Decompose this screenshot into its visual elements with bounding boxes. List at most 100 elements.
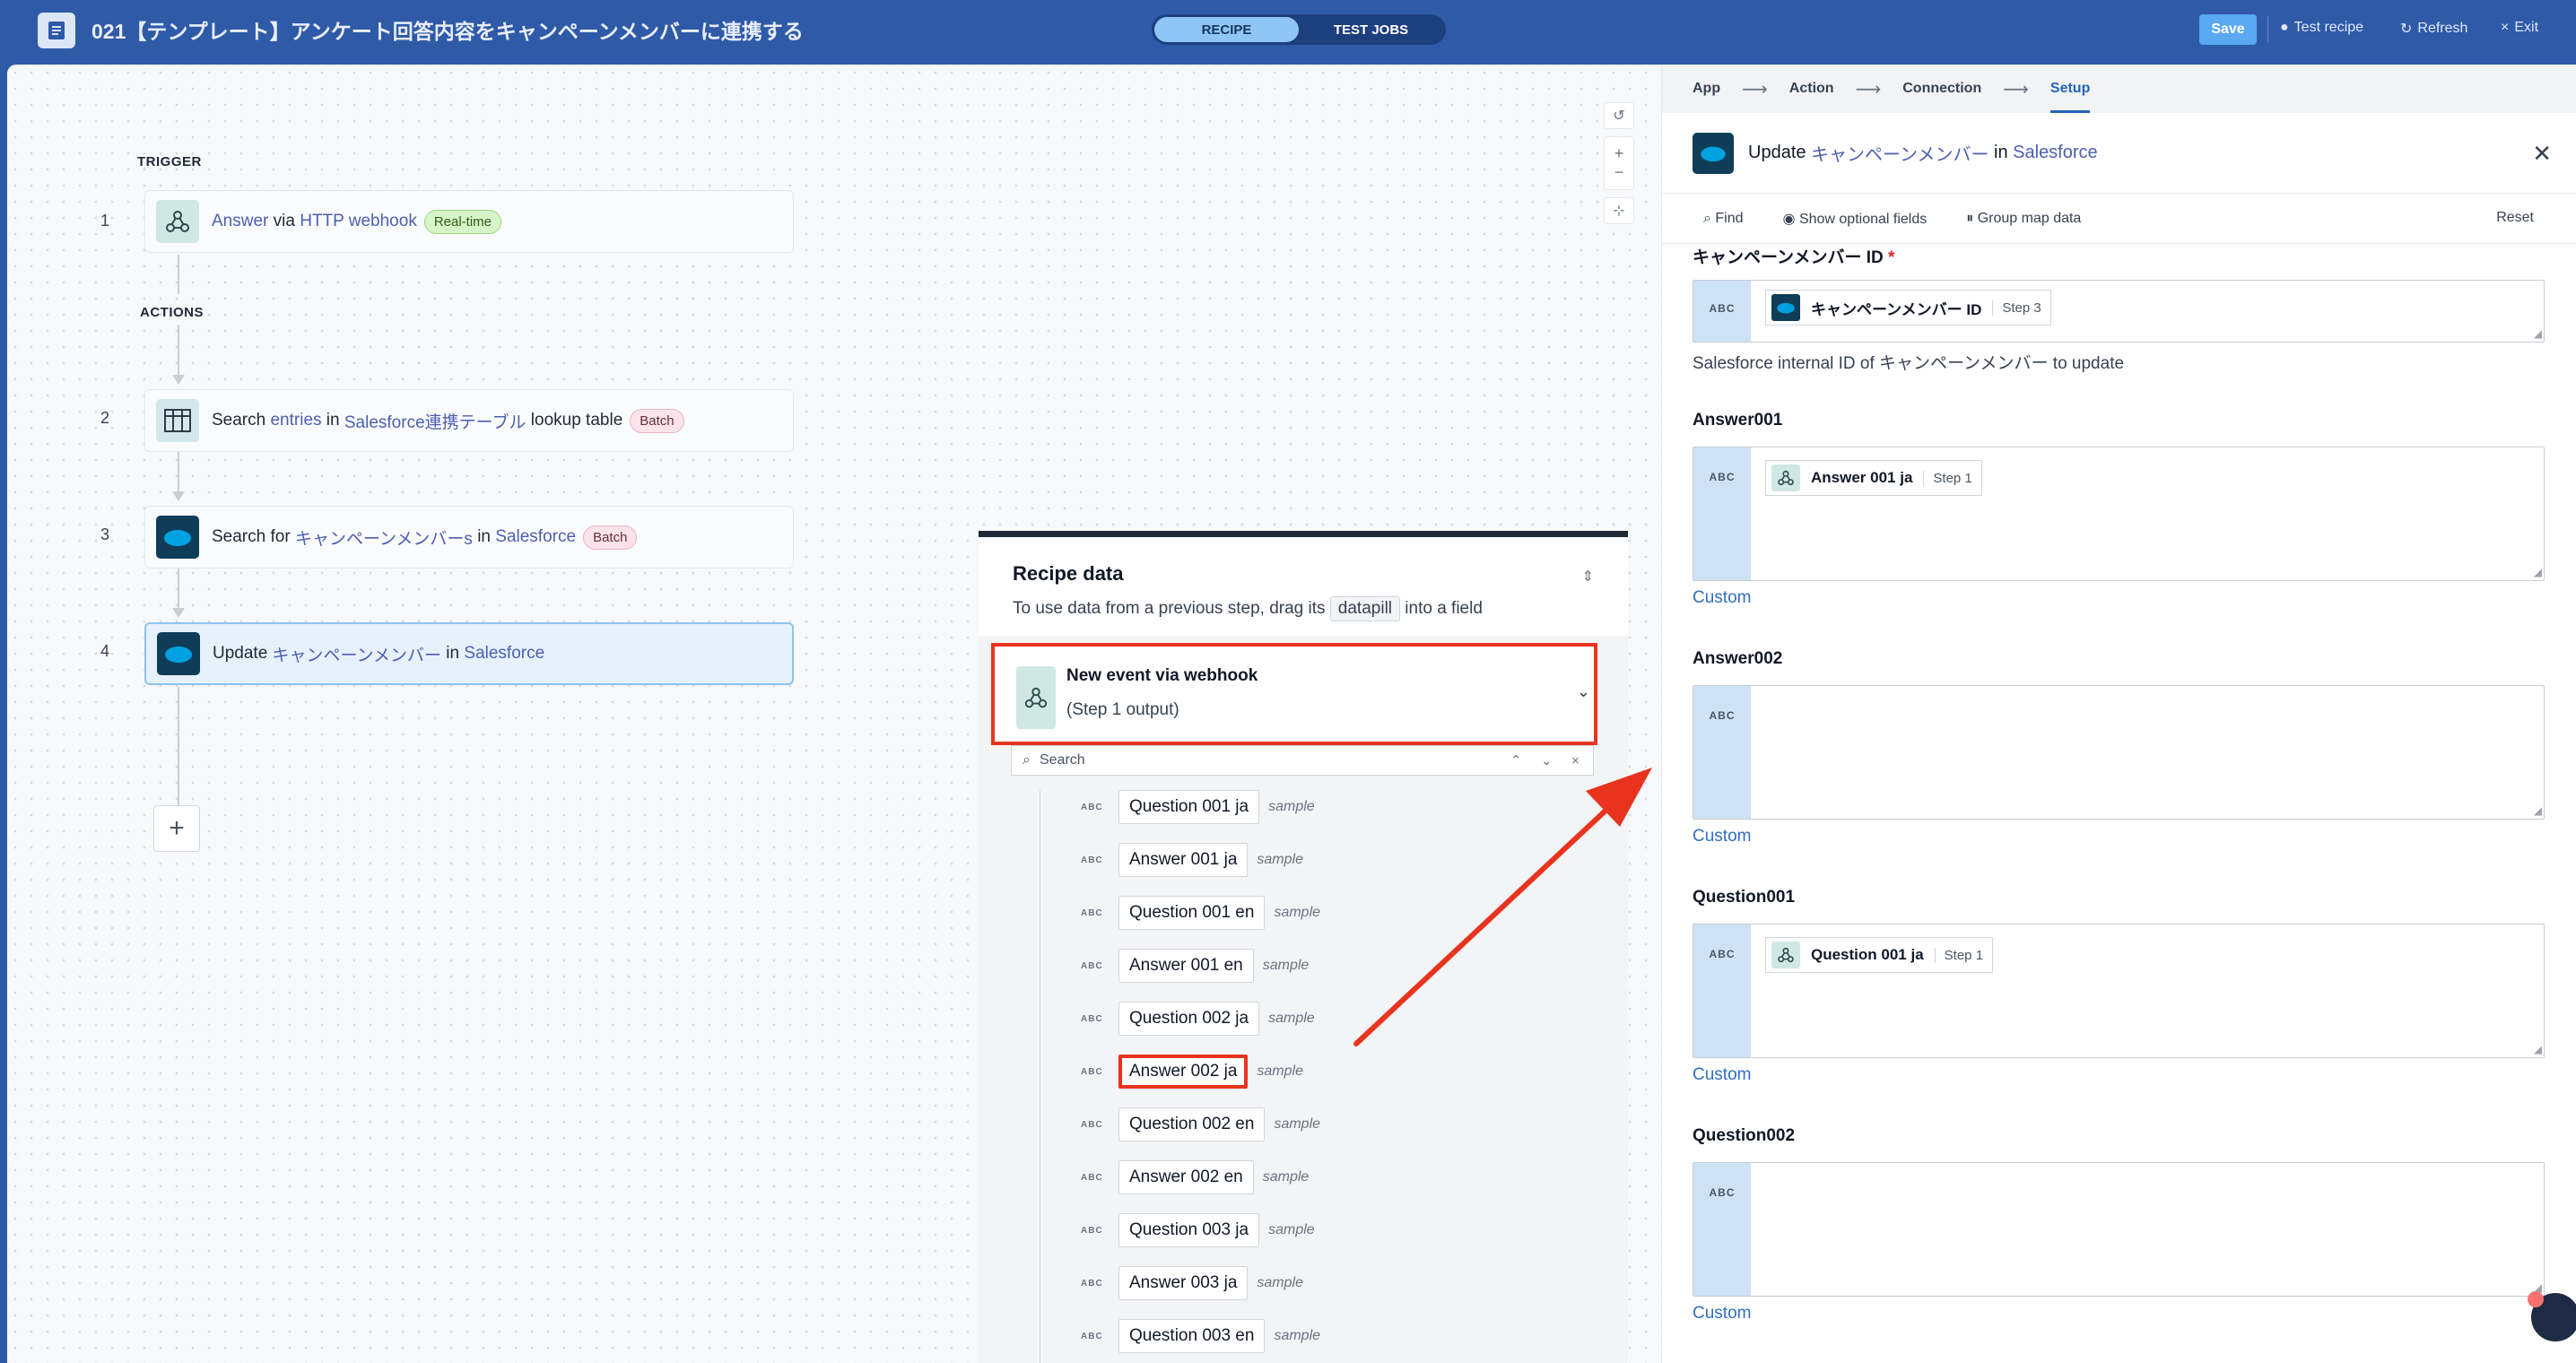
show-optional-fields-button[interactable]: ◉ Show optional fields — [1783, 210, 1947, 228]
sample-label: sample — [1257, 1275, 1303, 1290]
datapill[interactable]: Question 003 en — [1118, 1319, 1266, 1353]
search-input[interactable]: Search — [1040, 752, 1085, 768]
zoom-out-icon[interactable]: − — [1614, 163, 1624, 182]
datapill[interactable]: Question 002 en — [1118, 1107, 1266, 1142]
reset-button[interactable]: Reset — [2496, 210, 2534, 226]
wizard-connection[interactable]: Connection — [1902, 81, 1981, 97]
field-type-abc: ABC — [1081, 1172, 1103, 1183]
step-4-app[interactable]: Salesforce — [464, 644, 544, 664]
header-object[interactable]: キャンペーンメンバー — [1811, 140, 1989, 166]
resize-handle-icon[interactable]: ◢ — [2534, 804, 2542, 817]
datapill[interactable]: Answer 002 ja — [1118, 1055, 1249, 1089]
field-label-answer001: Answer001 — [1693, 411, 1783, 430]
field-label-member-id: キャンペーンメンバー ID * — [1693, 244, 1894, 268]
label-text: キャンペーンメンバー ID — [1693, 248, 1884, 267]
datapill[interactable]: Answer 003 ja — [1118, 1266, 1249, 1300]
fit-view-icon[interactable]: ⊹ — [1604, 197, 1634, 224]
group-label: Group map data — [1977, 210, 2082, 226]
custom-link[interactable]: Custom — [1693, 827, 1751, 846]
mapped-datapill[interactable]: Question 001 ja Step 1 — [1765, 937, 1994, 973]
chevron-down-icon[interactable]: ⌄ — [1541, 752, 1553, 768]
resize-handle-icon[interactable]: ◢ — [2534, 566, 2542, 578]
member-id-field[interactable]: ABC キャンペーンメンバー ID Step 3 ◢ — [1693, 280, 2545, 343]
resize-handle-icon[interactable]: ◢ — [2534, 327, 2542, 340]
refresh-button[interactable]: ↻ Refresh — [2400, 20, 2467, 38]
datapill[interactable]: Answer 001 ja — [1118, 843, 1249, 877]
step-1-trigger[interactable]: Answer via HTTP webhook Real-time — [144, 190, 794, 253]
wizard-app[interactable]: App — [1693, 81, 1720, 97]
datapill-row: ABC Question 003 en sample — [1081, 1319, 1320, 1353]
sample-label: sample — [1274, 905, 1321, 920]
collapse-icon[interactable]: ⇕ — [1582, 568, 1594, 586]
custom-link[interactable]: Custom — [1693, 1304, 1751, 1324]
pill-step: Step 1 — [1923, 470, 1972, 486]
custom-link[interactable]: Custom — [1693, 1065, 1751, 1085]
datapill-search[interactable]: ⌕ Search ⌃ ⌄ × — [1011, 745, 1594, 776]
answer002-field[interactable]: ABC ◢ — [1693, 685, 2545, 820]
answer001-field[interactable]: ABC Answer 001 ja Step 1 ◢ — [1693, 447, 2545, 581]
datapill[interactable]: Question 003 ja — [1118, 1213, 1260, 1247]
refresh-label: Refresh — [2417, 21, 2468, 36]
field-label-question001: Question001 — [1693, 888, 1796, 907]
field-hint: Salesforce internal ID of キャンペーンメンバー to … — [1693, 354, 2125, 373]
datapill[interactable]: Answer 001 en — [1118, 949, 1254, 983]
reset-view-icon[interactable]: ↺ — [1604, 102, 1634, 129]
subtitle-text: To use data from a previous step, drag i… — [1013, 599, 1326, 618]
find-button[interactable]: ⌕ Find — [1703, 211, 1763, 227]
webhook-icon — [1016, 666, 1056, 729]
wizard-action[interactable]: Action — [1789, 81, 1834, 97]
question001-field[interactable]: ABC Question 001 ja Step 1 ◢ — [1693, 924, 2545, 1058]
step-4-action[interactable]: Update キャンペーンメンバー in Salesforce — [144, 622, 794, 685]
exit-button[interactable]: × Exit — [2501, 20, 2538, 36]
connector — [178, 255, 179, 294]
save-button[interactable]: Save — [2199, 14, 2257, 45]
step-4-object[interactable]: キャンペーンメンバー — [273, 642, 441, 666]
zoom-in-icon[interactable]: + — [1614, 144, 1624, 163]
actions-label: ACTIONS — [140, 305, 204, 320]
wizard-setup[interactable]: Setup — [2049, 81, 2091, 113]
header-app[interactable]: Salesforce — [2013, 143, 2098, 163]
panel-toolbar: ⌕ Find ◉ Show optional fields ⏸ Group ma… — [1662, 194, 2576, 244]
find-label: Find — [1715, 210, 1744, 226]
test-recipe-button[interactable]: ● Test recipe — [2280, 20, 2363, 36]
step-1-object[interactable]: Answer — [212, 212, 268, 231]
step-2-text: Search — [212, 411, 271, 430]
field-type-abc: ABC — [1081, 1013, 1103, 1024]
group-map-data-button[interactable]: ⏸ Group map data — [1966, 211, 2101, 227]
datapill[interactable]: Answer 002 en — [1118, 1160, 1254, 1194]
datapill-row: ABC Answer 001 en sample — [1081, 949, 1309, 983]
chevron-up-icon[interactable]: ⌃ — [1510, 752, 1522, 768]
step-3-action[interactable]: Search for キャンペーンメンバーs in Salesforce Bat… — [144, 506, 794, 569]
step-3-object[interactable]: キャンペーンメンバーs — [295, 525, 473, 550]
field-label-question002: Question002 — [1693, 1126, 1796, 1145]
table-icon — [156, 399, 199, 442]
resize-handle-icon[interactable]: ◢ — [2534, 1043, 2542, 1055]
datapill[interactable]: Question 002 ja — [1118, 1002, 1260, 1036]
field-type-abc: ABC — [1693, 686, 1751, 819]
datapill[interactable]: Question 001 en — [1118, 896, 1266, 930]
tab-test-jobs[interactable]: TEST JOBS — [1299, 17, 1443, 42]
close-icon[interactable]: × — [1571, 753, 1580, 768]
step-2-table[interactable]: Salesforce連携テーブル — [344, 409, 527, 433]
step-1-app[interactable]: HTTP webhook — [300, 212, 417, 231]
datapill[interactable]: Question 001 ja — [1118, 790, 1260, 824]
connector — [178, 569, 179, 608]
close-icon[interactable]: ✕ — [2532, 140, 2552, 168]
step-2-object[interactable]: entries — [270, 411, 321, 430]
tab-recipe[interactable]: RECIPE — [1154, 17, 1299, 42]
custom-link[interactable]: Custom — [1693, 588, 1751, 608]
mode-toggle: RECIPE TEST JOBS — [1152, 14, 1446, 45]
question002-field[interactable]: ABC ◢ — [1693, 1162, 2545, 1297]
recipe-title[interactable]: 021【テンプレート】アンケート回答内容をキャンペーンメンバーに連携する — [91, 14, 804, 45]
step-3-app[interactable]: Salesforce — [495, 527, 576, 547]
sample-label: sample — [1274, 1116, 1321, 1132]
chevron-down-icon[interactable]: ⌄ — [1577, 682, 1590, 701]
batch-badge: Batch — [630, 408, 684, 433]
mapped-datapill[interactable]: Answer 001 ja Step 1 — [1765, 460, 1982, 496]
pill-step: Step 3 — [1992, 300, 2041, 316]
refresh-icon: ↻ — [2400, 22, 2413, 37]
add-step-button[interactable]: + — [153, 805, 200, 852]
mapped-datapill[interactable]: キャンペーンメンバー ID Step 3 — [1765, 290, 2051, 326]
step-output-header[interactable]: New event via webhook (Step 1 output) ⌄ — [991, 643, 1597, 745]
step-2-action[interactable]: Search entries in Salesforce連携テーブル looku… — [144, 389, 794, 452]
